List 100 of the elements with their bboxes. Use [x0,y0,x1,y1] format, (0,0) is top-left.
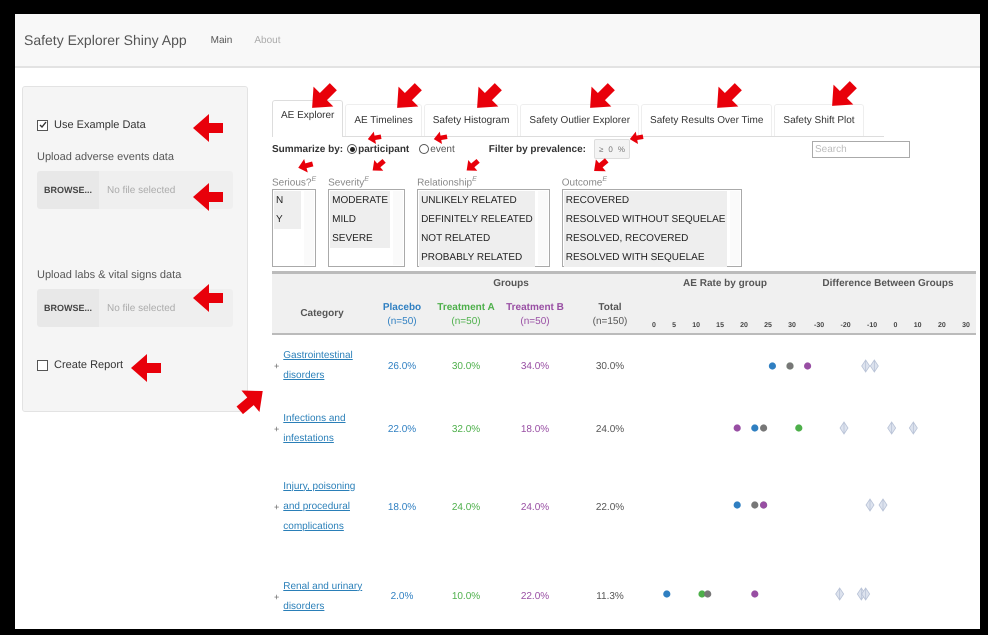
scrollbar[interactable] [304,191,314,266]
annotation-arrow-icon [594,158,608,172]
list-option[interactable]: PROBABLY RELATED [419,248,535,268]
column-count: (n=50) [451,315,481,330]
filter-listbox[interactable]: N Y [272,189,316,268]
filter-label: Serious?$^{E}$ [272,176,316,188]
table-cell: 30.0% [596,361,624,372]
expand-toggle[interactable]: + [274,424,280,434]
table-cell: 34.0% [520,361,550,372]
tab[interactable]: Safety Shift Plot [774,104,864,136]
expand-toggle[interactable]: + [274,592,280,602]
annotation-arrow-icon [590,83,615,108]
category-link[interactable]: Injury, poisoning and procedural complications [283,476,372,537]
table-cell: 18.0% [388,502,416,513]
column-count: (n=50) [387,315,417,330]
difference-marker [887,422,896,436]
category-link[interactable]: Renal and urinary disorders [283,576,372,617]
annotation-arrow-icon [397,83,422,108]
data-point [768,362,776,370]
tab[interactable]: Safety Outlier Explorer [520,104,640,136]
difference-marker [861,360,870,374]
annotation-arrow-icon [717,83,742,108]
filter-label: Relationship$^{E}$ [417,176,477,188]
checkbox-label: Use Example Data [54,119,146,131]
category-link[interactable]: Gastrointestinal disorders [283,346,372,386]
list-option[interactable]: MODERATE [330,191,390,210]
table-cell: 32.0% [452,424,480,435]
list-option[interactable]: MILD [330,210,390,230]
difference-marker [835,588,844,602]
column-count: (n=50) [520,315,550,330]
table-cell: 10.0% [452,591,480,602]
annotation-arrow-icon [193,114,223,142]
browse-button[interactable]: BROWSE... [37,289,99,327]
data-point [751,590,758,598]
upload-label: Upload labs & vital signs data [37,269,182,281]
table-cell: 2.0% [390,591,414,602]
column-heading: Treatment B [506,302,564,314]
annotation-arrow-icon [298,158,314,172]
list-option[interactable]: NOT RELATED [419,229,535,248]
list-option[interactable]: RESOLVED WITH SEQUELAE [564,248,728,268]
table-cell: 30.0% [452,361,480,372]
data-point [751,502,758,509]
expand-toggle[interactable]: + [274,361,280,372]
column-heading: Treatment A [437,302,495,314]
data-point [804,362,812,370]
tab[interactable]: Safety Histogram [424,104,518,136]
table-cell: 22.0% [520,591,550,602]
scrollbar[interactable] [538,191,548,266]
data-point [751,424,758,432]
browse-button[interactable]: BROWSE... [37,171,99,209]
filter-listbox[interactable]: MODERATE MILD SEVERE [328,189,406,268]
annotation-arrow-icon [312,83,337,108]
list-option[interactable]: UNLIKELY RELATED [419,191,535,210]
filter-listbox[interactable]: RECOVERED RESOLVED WITHOUT SEQUELAE RESOLVED, RECOVERED RESOLVED WITH SEQUELAE [562,189,742,268]
scrollbar[interactable] [393,191,404,266]
expand-toggle[interactable]: + [274,502,280,512]
annotation-arrow-icon [193,284,223,312]
tab[interactable]: AE Explorer [272,100,344,137]
file-field[interactable]: No file selected [99,171,233,209]
checkbox[interactable] [37,120,48,130]
scrollbar[interactable] [730,191,740,266]
radio-option[interactable]: participant [347,144,410,154]
filter-listbox[interactable]: UNLIKELY RELATED DEFINITELY RELEATED NOT RELATED PROBABLY RELATED [417,189,550,268]
list-option[interactable]: SEVERE [330,229,390,248]
filter-label: Filter by prevalence: [488,144,586,154]
tab[interactable]: AE Timelines [345,104,422,136]
radio-option[interactable]: event [419,144,455,154]
annotation-arrow-icon [131,354,161,382]
data-point [734,502,741,509]
chart-title: Difference Between Groups [822,278,954,290]
column-heading: Placebo [382,302,422,314]
annotation-arrow-icon [372,158,386,171]
file-field[interactable]: No file selected [99,289,233,327]
list-option[interactable]: RESOLVED WITHOUT SEQUELAE [564,210,728,230]
annotation-arrow-icon [630,132,644,144]
table-cell: 11.3% [596,591,624,602]
list-option[interactable]: DEFINITELY RELEATED [419,210,535,230]
list-option[interactable]: N [274,191,302,210]
column-group-heading: Groups [493,278,529,290]
table-cell: 24.0% [596,424,624,435]
table-cell: 18.0% [520,424,550,435]
difference-marker [878,498,888,512]
search-field[interactable]: Search [812,140,910,158]
list-option[interactable]: RESOLVED, RECOVERED [564,229,728,248]
checkbox-label: Create Report [54,359,124,371]
data-point [663,590,670,598]
difference-marker [866,498,874,512]
column-heading: Category [300,308,344,319]
filter-label: Severity$^{E}$ [328,176,369,188]
list-option[interactable]: RECOVERED [564,191,728,210]
nav-link[interactable]: Main [210,34,232,46]
app-title: Safety Explorer Shiny App [24,32,187,48]
difference-marker [870,360,879,374]
list-option[interactable]: Y [274,210,302,230]
checkbox[interactable] [37,360,48,370]
annotation-arrow-icon [236,390,263,414]
tab[interactable]: Safety Results Over Time [641,104,772,136]
table-cell: 24.0% [452,502,480,513]
prevalence-field[interactable]: ≥ 0 % [594,139,630,159]
category-link[interactable]: Infections and infestations [283,409,372,450]
